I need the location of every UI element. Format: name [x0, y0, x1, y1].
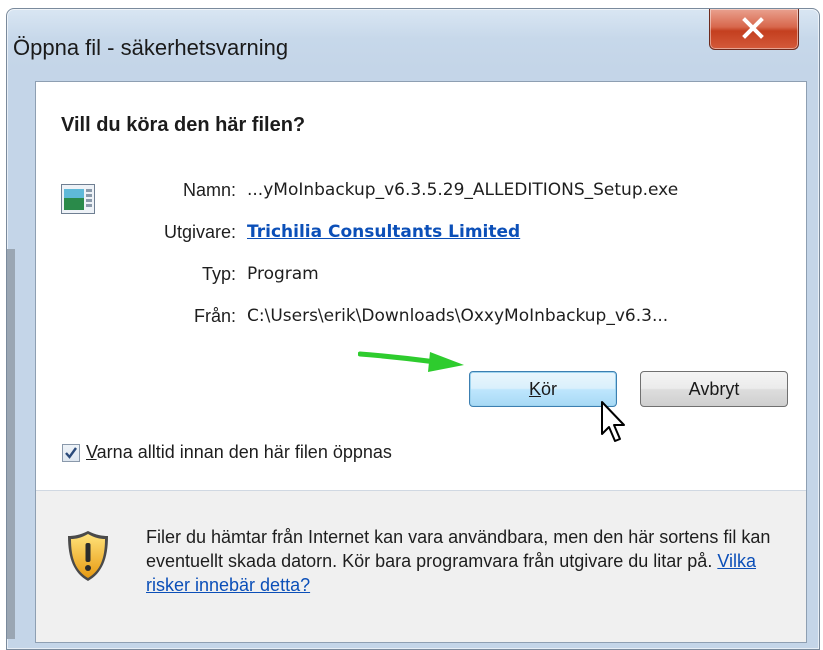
always-warn-label-text: arna alltid innan den här filen öppnas	[96, 442, 392, 462]
close-icon	[742, 17, 764, 39]
warning-message: Filer du hämtar från Internet kan vara a…	[146, 527, 771, 571]
run-button[interactable]: Kör	[469, 371, 617, 407]
always-warn-mnemonic: V	[86, 442, 97, 462]
window-frame-edge	[7, 249, 15, 639]
name-row: Namn: ...yMoInbackup_v6.3.5.29_ALLEDITIO…	[36, 180, 806, 206]
dialog-heading: Vill du köra den här filen?	[61, 114, 306, 136]
security-warning-window: Öppna fil - säkerhetsvarning Vill du kör…	[6, 8, 820, 650]
from-label: Från:	[193, 306, 236, 326]
from-row: Från: C:\Users\erik\Downloads\OxxyMoInba…	[36, 306, 806, 332]
name-value: ...yMoInbackup_v6.3.5.29_ALLEDITIONS_Set…	[247, 180, 679, 200]
green-arrow-annotation	[358, 351, 464, 372]
type-value: Program	[247, 264, 319, 284]
from-value: C:\Users\erik\Downloads\OxxyMoInbackup_v…	[247, 306, 669, 326]
mouse-pointer-icon	[601, 401, 625, 442]
always-warn-checkbox[interactable]	[62, 444, 80, 462]
type-row: Typ: Program	[36, 264, 806, 290]
always-warn-label[interactable]: Varna alltid innan den här filen öppnas	[86, 442, 392, 463]
dialog-content: Vill du köra den här filen? Namn: ...yMo…	[35, 81, 807, 643]
publisher-label: Utgivare:	[163, 222, 236, 242]
publisher-row: Utgivare: Trichilia Consultants Limited	[36, 222, 806, 248]
title-bar[interactable]: Öppna fil - säkerhetsvarning	[7, 9, 819, 81]
publisher-link[interactable]: Trichilia Consultants Limited	[247, 222, 520, 242]
checkmark-icon	[65, 447, 77, 459]
run-button-mnemonic: K	[528, 379, 541, 399]
warning-footer: Filer du hämtar från Internet kan vara a…	[36, 491, 806, 642]
warning-shield-icon	[68, 531, 108, 581]
close-button[interactable]	[709, 9, 799, 50]
window-title: Öppna fil - säkerhetsvarning	[13, 35, 289, 60]
warning-text: Filer du hämtar från Internet kan vara a…	[146, 525, 786, 597]
type-label: Typ:	[201, 264, 236, 284]
cancel-button[interactable]: Avbryt	[640, 371, 788, 407]
run-button-label: ör	[541, 379, 558, 399]
name-label: Namn:	[182, 180, 236, 200]
